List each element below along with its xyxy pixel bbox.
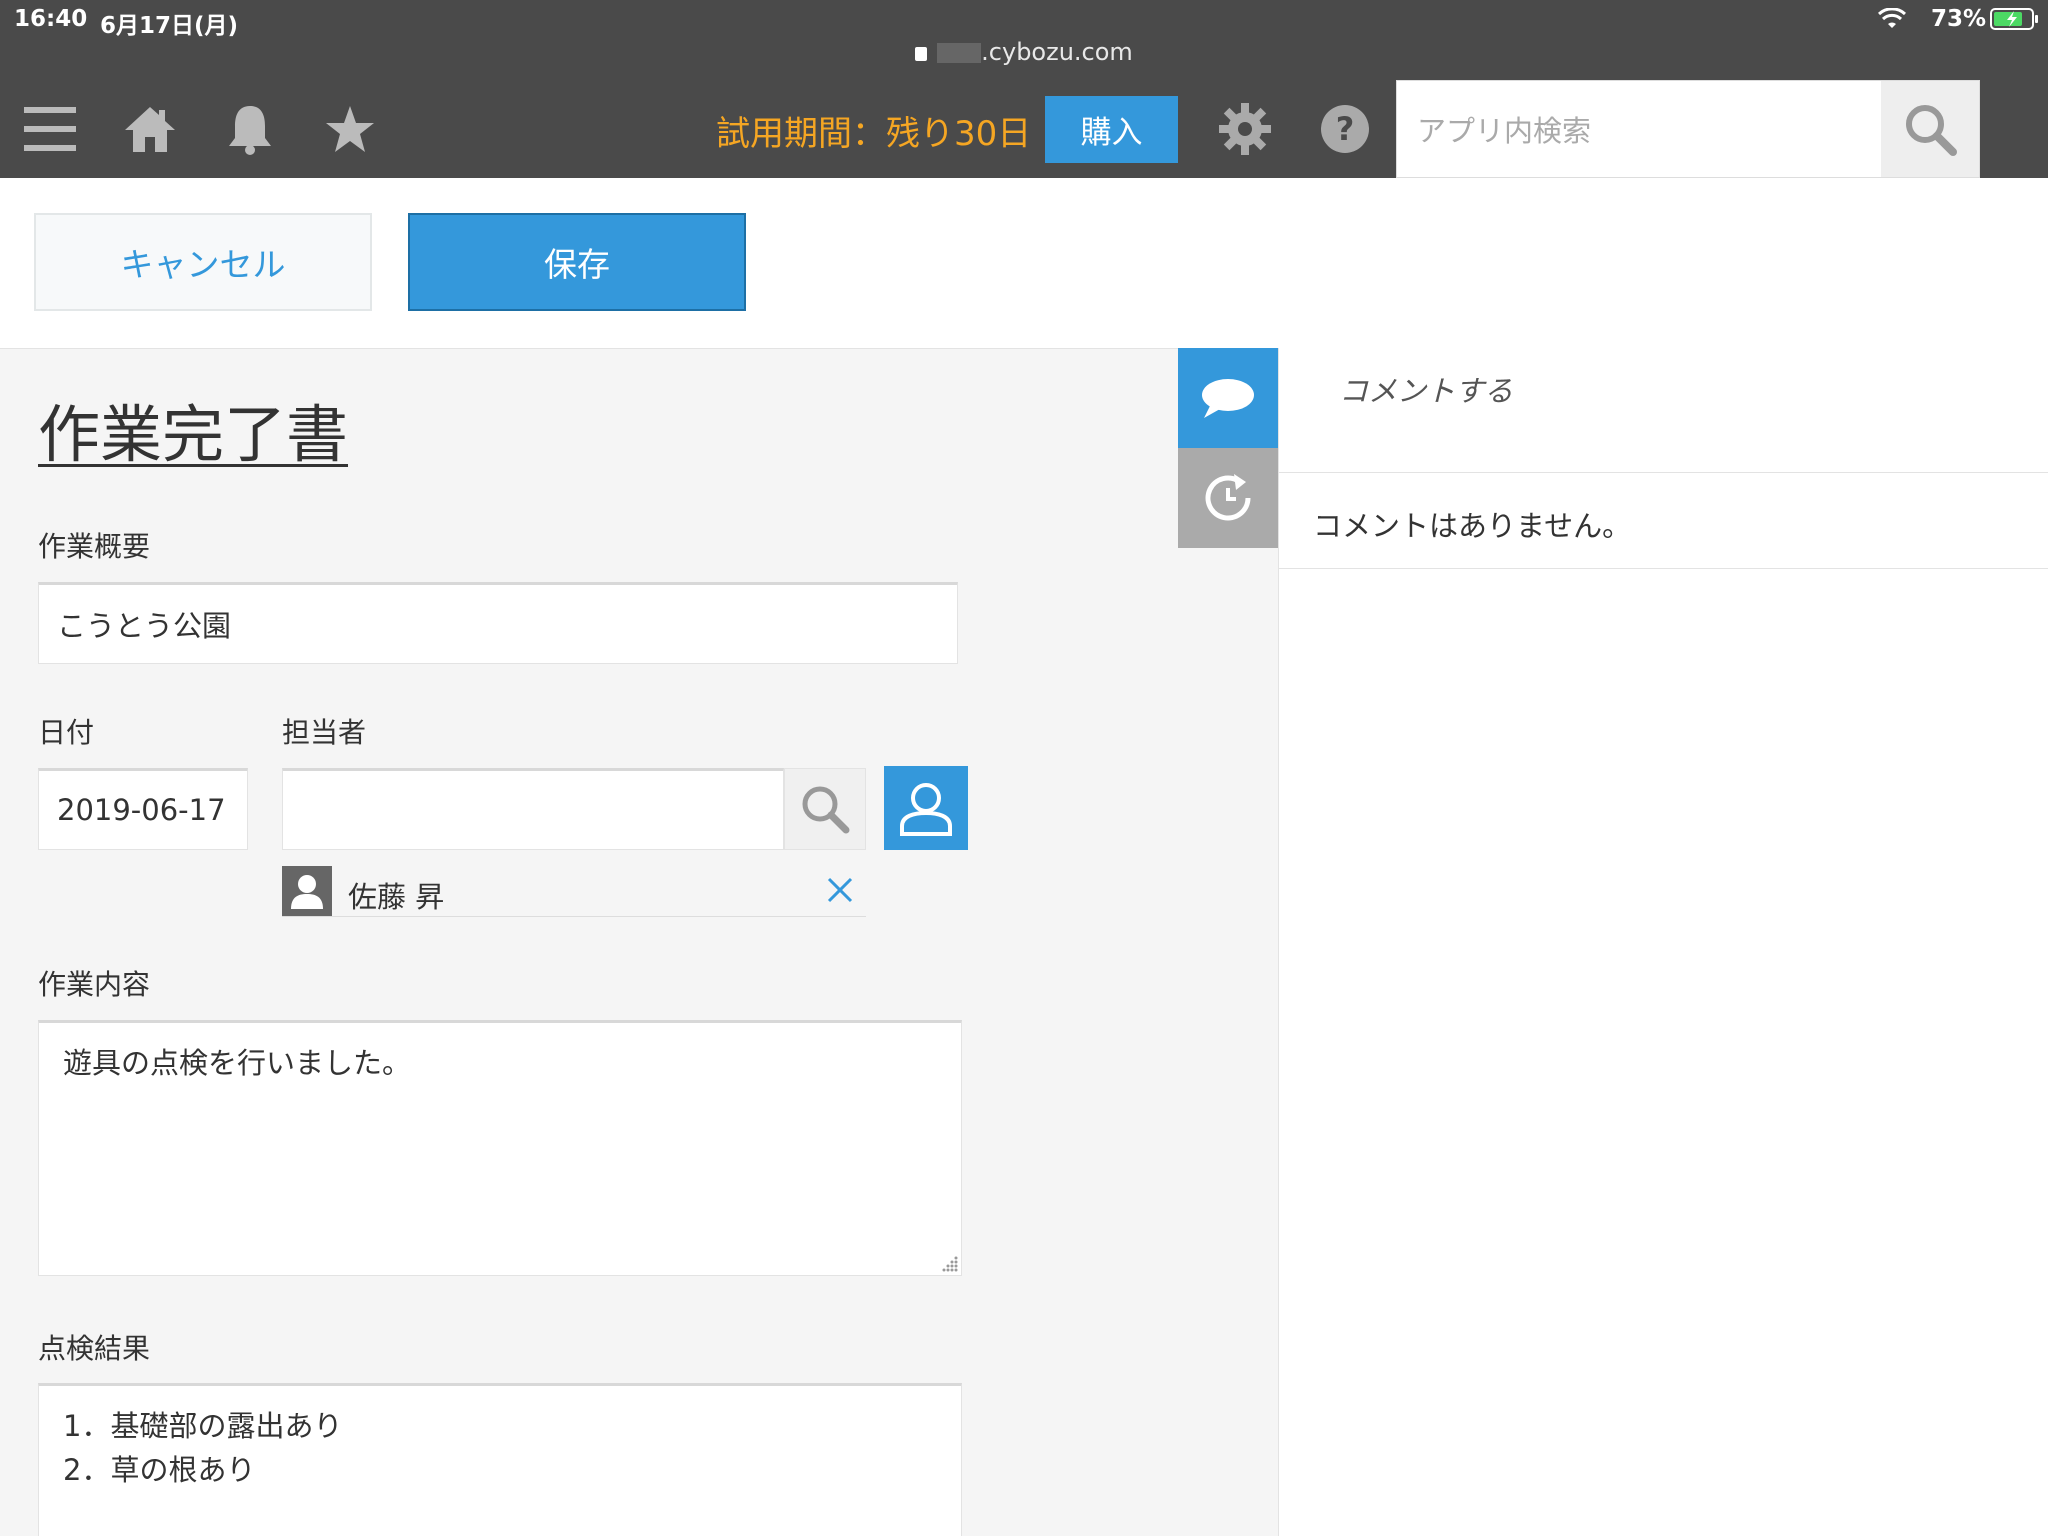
- selected-user-name: 佐藤 昇: [348, 880, 445, 914]
- lock-icon: [915, 47, 928, 61]
- inspection-label: 点検結果: [38, 1332, 151, 1365]
- cancel-button[interactable]: キャンセル: [34, 213, 372, 311]
- save-button[interactable]: 保存: [408, 213, 746, 311]
- help-icon[interactable]: ?: [1300, 80, 1390, 178]
- comment-icon: [1202, 379, 1254, 418]
- status-date: 6月17日(月): [100, 13, 239, 39]
- summary-field[interactable]: こうとう公園: [38, 582, 958, 664]
- work-content-field[interactable]: 遊具の点検を行いました。: [38, 1020, 962, 1276]
- assignee-input[interactable]: [282, 768, 784, 850]
- selected-user-chip: 佐藤 昇: [282, 866, 866, 917]
- comment-list: コメントはありません。: [1279, 473, 2048, 569]
- summary-label: 作業概要: [38, 530, 151, 563]
- inspection-field[interactable]: 1．基礎部の露出あり 2．草の根あり: [38, 1383, 962, 1536]
- bell-icon[interactable]: [205, 80, 295, 178]
- record-title: 作業完了書: [38, 398, 349, 471]
- user-picker-button[interactable]: [884, 766, 968, 850]
- battery-percent: 73%: [1930, 6, 1986, 32]
- search-icon: [1906, 105, 1957, 156]
- search-button[interactable]: [1881, 81, 1979, 177]
- url-text: .cybozu.com: [981, 38, 1133, 66]
- address-bar[interactable]: .cybozu.com: [0, 38, 2048, 66]
- star-icon[interactable]: [305, 80, 395, 178]
- remove-user-icon[interactable]: [826, 876, 854, 908]
- assignee-label: 担当者: [282, 716, 367, 749]
- battery-icon: [1990, 8, 2040, 34]
- app-search-input[interactable]: [1415, 107, 1869, 155]
- history-icon: [1205, 474, 1251, 521]
- inspection-line: 2．草の根あり: [63, 1453, 256, 1487]
- tab-history[interactable]: [1178, 448, 1278, 548]
- app-search: [1396, 80, 1980, 178]
- resize-handle-icon[interactable]: [940, 1254, 960, 1278]
- buy-button[interactable]: 購入: [1045, 96, 1178, 163]
- comment-panel: コメントする コメントはありません。: [1278, 348, 2048, 1536]
- date-field[interactable]: 2019-06-17: [38, 768, 248, 850]
- inspection-line: 1．基礎部の露出あり: [63, 1409, 343, 1443]
- home-icon[interactable]: [105, 80, 195, 178]
- blurred-subdomain: [937, 43, 982, 63]
- svg-text:?: ?: [1336, 110, 1355, 148]
- comment-input-area[interactable]: コメントする: [1279, 348, 2048, 473]
- no-comments-text: コメントはありません。: [1313, 509, 1632, 543]
- menu-icon[interactable]: [5, 80, 95, 178]
- status-bar: 16:40 6月17日(月) .cybozu.com 73%: [0, 0, 2048, 80]
- tab-comments[interactable]: [1178, 348, 1278, 448]
- trial-period-text: 試用期間：残り30日: [716, 114, 1032, 154]
- avatar: [282, 866, 332, 916]
- search-icon: [802, 786, 850, 834]
- date-label: 日付: [38, 716, 95, 749]
- assignee-search-button[interactable]: [784, 768, 866, 850]
- comment-action: コメントする: [1339, 374, 1514, 408]
- work-content-label: 作業内容: [38, 968, 151, 1001]
- wifi-icon: [1877, 7, 1907, 34]
- status-time: 16:40: [14, 6, 88, 32]
- gear-icon[interactable]: [1200, 80, 1290, 178]
- user-icon: [900, 783, 952, 836]
